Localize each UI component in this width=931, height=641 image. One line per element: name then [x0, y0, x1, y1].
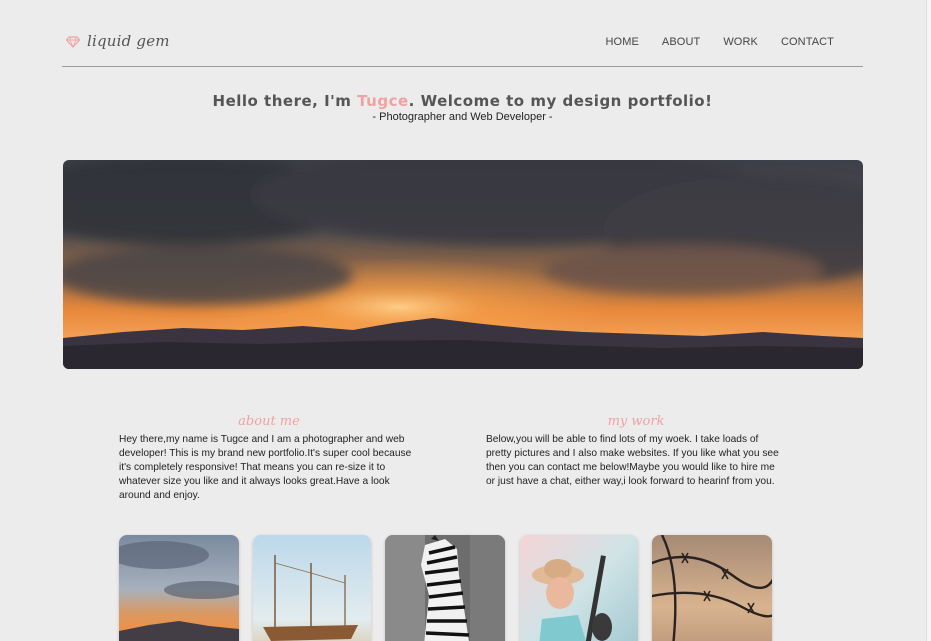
guitarist-thumbnail[interactable]	[520, 535, 638, 641]
nav-about[interactable]: ABOUT	[662, 36, 700, 48]
diamond-gem-icon	[65, 35, 81, 49]
barbed-wire-thumbnail[interactable]	[652, 535, 772, 641]
nav-home[interactable]: HOME	[606, 36, 639, 48]
main-nav: HOME ABOUT WORK CONTACT	[583, 36, 834, 48]
logo-text: liquid gem	[87, 32, 170, 50]
ship-thumbnail[interactable]	[253, 535, 371, 641]
sunset-banner-image	[63, 160, 863, 369]
zebra-thumbnail[interactable]	[385, 535, 505, 641]
sunset-thumbnail[interactable]	[119, 535, 239, 641]
hero-tagline: - Photographer and Web Developer -	[372, 111, 553, 123]
site-header: liquid gem HOME ABOUT WORK CONTACT	[62, 0, 863, 67]
work-text: Below,you will be able to find lots of m…	[486, 434, 779, 487]
about-section: about me Hey there,my name is Tugce and …	[119, 414, 419, 503]
logo-link[interactable]: liquid gem	[65, 32, 170, 50]
hero-greeting-end: . Welcome to my design portfolio!	[408, 92, 713, 110]
portfolio-page: liquid gem HOME ABOUT WORK CONTACT Hello…	[0, 0, 931, 641]
work-title: my work	[607, 414, 665, 429]
hero-intro: Hello there, I'm Tugce. Welcome to my de…	[0, 92, 925, 123]
about-title: about me	[238, 414, 300, 429]
hero-heading: Hello there, I'm Tugce. Welcome to my de…	[0, 92, 925, 110]
work-gallery	[119, 535, 786, 641]
hero-name: Tugce	[357, 92, 409, 110]
nav-contact[interactable]: CONTACT	[781, 36, 834, 48]
about-text: Hey there,my name is Tugce and I am a ph…	[119, 434, 412, 501]
hero-greeting-start: Hello there, I'm	[212, 92, 358, 110]
nav-work[interactable]: WORK	[723, 36, 758, 48]
scrollbar[interactable]	[926, 0, 931, 641]
work-section: my work Below,you will be able to find l…	[486, 414, 786, 489]
